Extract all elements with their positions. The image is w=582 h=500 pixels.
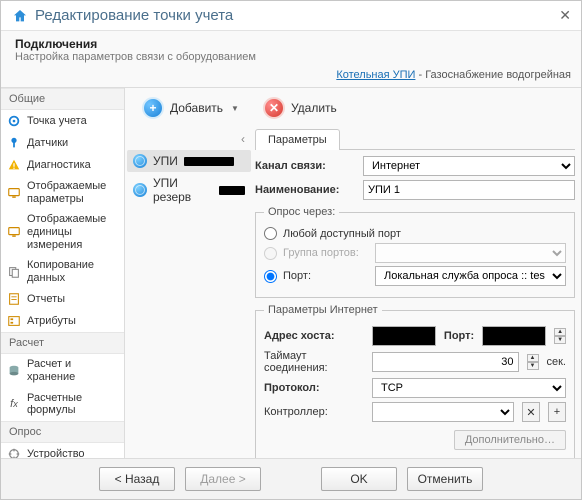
name-input[interactable] — [363, 180, 575, 200]
back-button[interactable]: < Назад — [99, 467, 175, 491]
chevron-down-icon: ▼ — [231, 104, 239, 113]
connection-item[interactable]: УПИ — [127, 150, 251, 172]
sidebar-item-display-params[interactable]: Отображаемые параметры — [1, 176, 124, 209]
content: + Добавить ▼ ✕ Удалить ‹ УПИ — [125, 88, 581, 458]
protocol-select[interactable]: TCP — [372, 378, 566, 398]
host-input[interactable] — [372, 326, 436, 346]
channel-select[interactable]: Интернет — [363, 156, 575, 176]
cancel-button[interactable]: Отменить — [407, 467, 483, 491]
sidebar-item-display-units[interactable]: Отображаемые единицы измерения — [1, 209, 124, 255]
poll-port-radio[interactable] — [264, 270, 277, 283]
name-label: Наименование: — [255, 184, 355, 196]
sidebar-item-point[interactable]: Точка учета — [1, 110, 124, 132]
controller-add-button[interactable]: + — [548, 402, 566, 422]
internet-fieldset: Параметры Интернет Адрес хоста: Порт: ▲▼… — [255, 304, 575, 458]
dialog-window: Редактирование точки учета ✕ Подключения… — [0, 0, 582, 500]
globe-icon — [133, 183, 147, 197]
protocol-label: Протокол: — [264, 382, 364, 394]
port-input[interactable] — [482, 326, 546, 346]
display-icon — [7, 225, 21, 239]
warn-icon — [7, 158, 21, 172]
controller-clear-button[interactable]: ✕ — [522, 402, 540, 422]
breadcrumb-tail: - Газоснабжение водогрейная — [415, 69, 571, 81]
title-bar: Редактирование точки учета ✕ — [1, 1, 581, 31]
connection-list: ‹ УПИ УПИ резерв — [125, 128, 253, 458]
poll-any-label: Любой доступный порт — [283, 228, 401, 240]
poll-legend: Опрос через: — [264, 206, 339, 218]
sidebar-item-calc-storage[interactable]: Расчет и хранение — [1, 354, 124, 387]
timeout-spinner[interactable]: ▲▼ — [527, 354, 539, 370]
controller-label: Контроллер: — [264, 406, 364, 418]
advanced-button[interactable]: Дополнительно… — [454, 430, 566, 450]
next-button: Далее > — [185, 467, 261, 491]
parameters-panel: Параметры Канал связи: Интернет Наименов… — [253, 128, 581, 458]
sidebar-item-reports[interactable]: Отчеты — [1, 288, 124, 310]
redacted-text — [219, 186, 245, 195]
poll-port-label: Порт: — [283, 270, 369, 282]
poll-port-select[interactable]: Локальная служба опроса :: test — [375, 266, 566, 286]
sidebar-group: Общие — [1, 88, 124, 110]
delete-button[interactable]: ✕ Удалить — [254, 94, 346, 122]
ok-button[interactable]: OK — [321, 467, 397, 491]
sidebar-item-formulas[interactable]: fxРасчетные формулы — [1, 388, 124, 421]
section-title: Подключения — [15, 37, 567, 51]
fx-icon: fx — [7, 397, 21, 411]
sidebar-item-copy[interactable]: Копирование данных — [1, 255, 124, 288]
breadcrumb: Котельная УПИ - Газоснабжение водогрейна… — [1, 67, 581, 87]
device-icon — [7, 447, 21, 458]
host-label: Адрес хоста: — [264, 330, 364, 342]
poll-any-radio[interactable] — [264, 227, 277, 240]
tab-bar: Параметры — [255, 128, 575, 150]
port-label: Порт: — [444, 330, 474, 342]
attr-icon — [7, 314, 21, 328]
report-icon — [7, 292, 21, 306]
window-title: Редактирование точки учета — [35, 7, 559, 24]
poll-group-label: Группа портов: — [283, 247, 369, 259]
controller-select[interactable] — [372, 402, 514, 422]
poll-group-select — [375, 243, 566, 263]
timeout-label: Таймаут соединения: — [264, 350, 364, 374]
x-icon: ✕ — [263, 97, 285, 119]
tab-parameters[interactable]: Параметры — [255, 129, 340, 150]
channel-label: Канал связи: — [255, 160, 355, 172]
connection-item[interactable]: УПИ резерв — [127, 172, 251, 208]
poll-fieldset: Опрос через: Любой доступный порт Группа… — [255, 206, 575, 298]
globe-icon — [133, 154, 147, 168]
breadcrumb-link[interactable]: Котельная УПИ — [336, 69, 415, 81]
back-chevron-icon[interactable]: ‹ — [127, 132, 251, 150]
sidebar-group: Расчет — [1, 332, 124, 354]
storage-icon — [7, 364, 21, 378]
sidebar-group: Опрос — [1, 421, 124, 443]
display-icon — [7, 186, 21, 200]
target-icon — [7, 114, 21, 128]
sidebar: Общие Точка учета Датчики Диагностика От… — [1, 88, 125, 458]
body: Общие Точка учета Датчики Диагностика От… — [1, 87, 581, 458]
sidebar-item-attributes[interactable]: Атрибуты — [1, 310, 124, 332]
plus-icon: + — [142, 97, 164, 119]
timeout-unit: сек. — [547, 356, 567, 368]
sidebar-item-device[interactable]: Устройство — [1, 443, 124, 458]
home-icon — [11, 8, 29, 24]
redacted-text — [184, 157, 234, 166]
copy-icon — [7, 265, 21, 279]
sensor-icon — [7, 136, 21, 150]
sidebar-item-sensors[interactable]: Датчики — [1, 132, 124, 154]
close-icon[interactable]: ✕ — [559, 7, 571, 24]
section-description: Настройка параметров связи с оборудовани… — [15, 51, 567, 63]
timeout-input[interactable] — [372, 352, 519, 372]
internet-legend: Параметры Интернет — [264, 304, 382, 316]
subheader: Подключения Настройка параметров связи с… — [1, 31, 581, 67]
toolbar: + Добавить ▼ ✕ Удалить — [125, 88, 581, 128]
port-spinner[interactable]: ▲▼ — [554, 328, 566, 344]
sidebar-item-diagnostics[interactable]: Диагностика — [1, 154, 124, 176]
footer: < Назад Далее > OK Отменить — [1, 458, 581, 499]
add-button[interactable]: + Добавить ▼ — [133, 94, 248, 122]
poll-group-radio — [264, 247, 277, 260]
